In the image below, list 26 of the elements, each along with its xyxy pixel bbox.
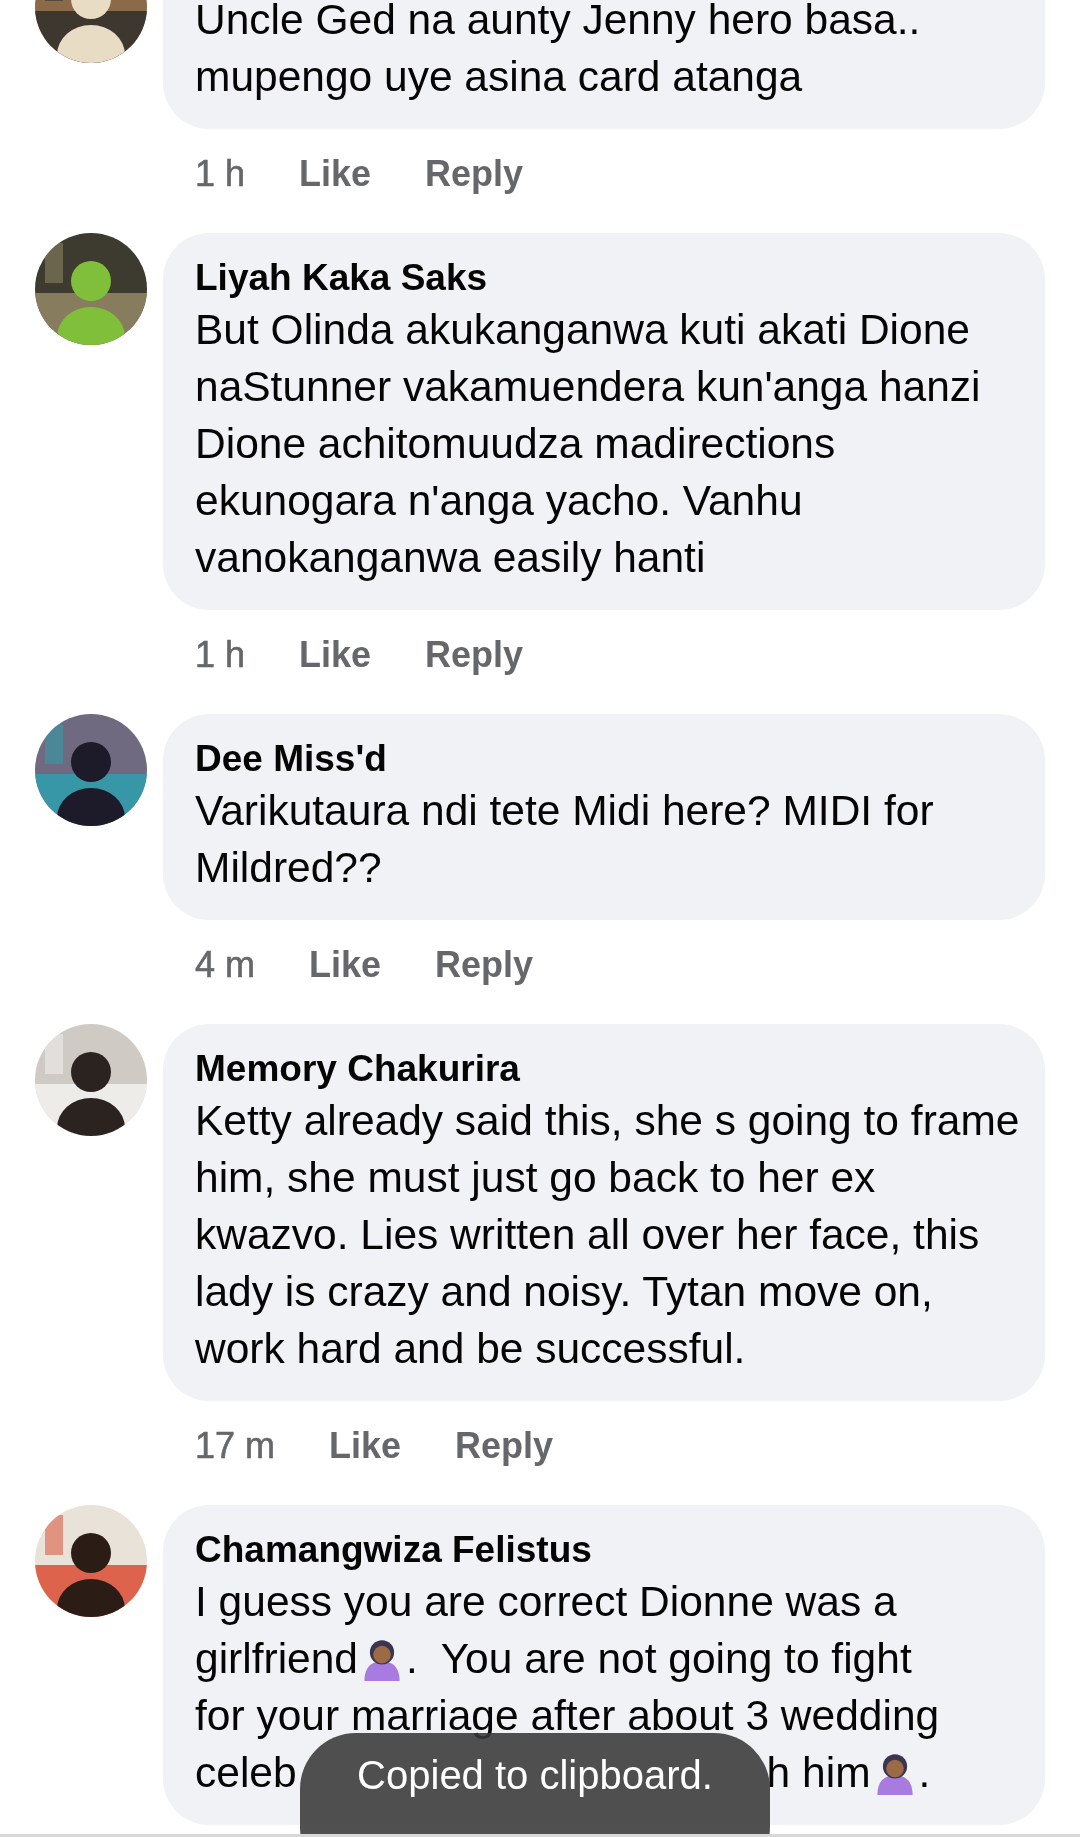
toast-message: Copied to clipboard.	[300, 1733, 770, 1834]
reply-link[interactable]: Reply	[425, 151, 524, 197]
reply-link[interactable]: Reply	[435, 942, 534, 988]
comment-text: . You are not going to fight	[406, 1634, 912, 1684]
like-link[interactable]: Like	[299, 632, 372, 678]
reply-link[interactable]: Reply	[455, 1423, 554, 1469]
comment-text: girlfriend	[195, 1634, 358, 1684]
author-name[interactable]: Chamangwiza Felistus	[195, 1527, 1021, 1573]
comment-time: 17 m	[195, 1424, 276, 1468]
comment-text: Varikutaura ndi tete Midi here? MIDI for Mildred??	[195, 787, 934, 891]
author-name[interactable]: Memory Chakurira	[195, 1046, 1021, 1092]
like-link[interactable]: Like	[329, 1423, 402, 1469]
comment-text: I guess you are correct Dionne was a	[195, 1577, 897, 1627]
comment-time: 1 h	[195, 152, 246, 196]
comment-text: Uncle Ged na aunty Jenny hero basa.. mupengo uye asina card atanga	[195, 0, 921, 100]
author-name[interactable]: Dee Miss'd	[195, 736, 1021, 782]
comment-text: But Olinda akukanganwa kuti akati Dione naStunner vakamuendera kun'anga hanzi Dione achitomuudza madirections ekunogara n'anga yacho. Vanhu vanokanganwa easily hanti	[195, 306, 981, 581]
comment-text: .	[918, 1748, 931, 1798]
reply-link[interactable]: Reply	[425, 632, 524, 678]
comment-time: 1 h	[195, 633, 246, 677]
comment-text: celeb	[195, 1748, 297, 1798]
like-link[interactable]: Like	[299, 151, 372, 197]
like-link[interactable]: Like	[309, 942, 382, 988]
comment-text: Ketty already said this, she s going to frame him, she must just go back to her ex kwazvo. Lies written all over her face, this lady is crazy and noisy. Tytan move on, work hard and be successful.	[195, 1097, 1020, 1372]
comment-time: 4 m	[195, 943, 255, 987]
author-name[interactable]: Liyah Kaka Saks	[195, 255, 1021, 301]
